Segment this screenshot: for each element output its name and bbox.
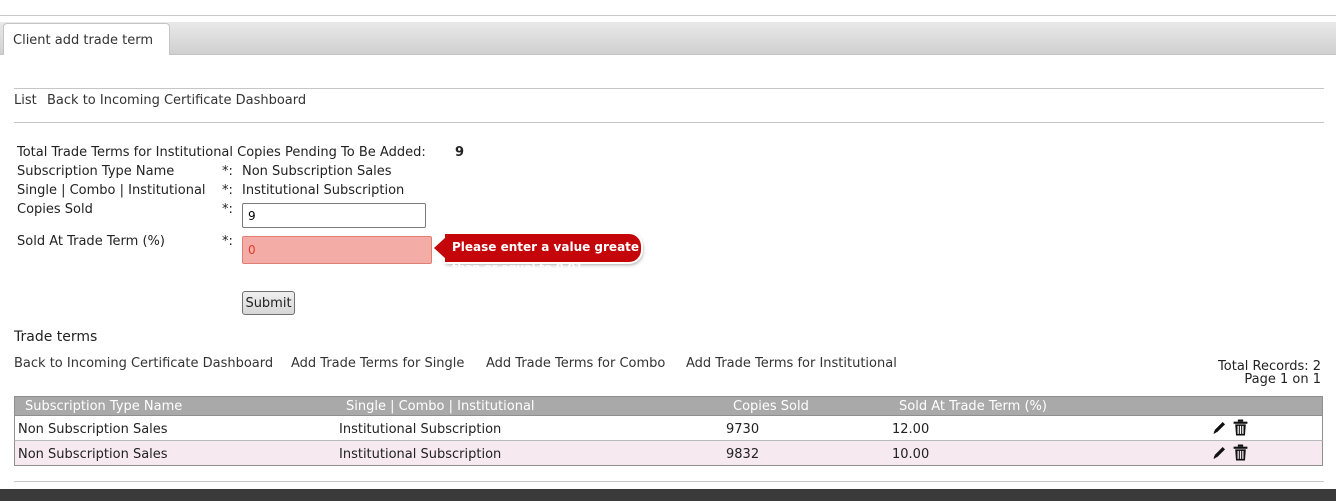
- tab-label: Client add trade term: [13, 33, 154, 48]
- table-header: Subscription Type Name Single | Combo | …: [14, 396, 1323, 416]
- column-header[interactable]: Single | Combo | Institutional: [346, 399, 535, 414]
- cell-subscription-type: Non Subscription Sales: [18, 447, 168, 462]
- top-divider: [0, 15, 1336, 16]
- required-marker: *:: [222, 234, 233, 249]
- subscription-type-label: Subscription Type Name: [17, 164, 175, 179]
- submit-button[interactable]: Submit: [242, 291, 295, 315]
- validation-error-overflow: than or equal to 0.01: [452, 261, 583, 269]
- table-row: Non Subscription Sales Institutional Sub…: [14, 416, 1323, 441]
- trade-terms-heading: Trade terms: [14, 329, 98, 345]
- add-single-link[interactable]: Add Trade Terms for Single: [291, 356, 464, 371]
- validation-error-tooltip: Please enter a value greater than or equ…: [434, 234, 641, 269]
- tab-bar: Client add trade term: [0, 22, 1336, 55]
- single-combo-label: Single | Combo | Institutional: [17, 183, 206, 198]
- cell-category: Institutional Subscription: [339, 422, 502, 437]
- tooltip-arrow: [434, 237, 446, 259]
- required-marker: *:: [222, 183, 233, 198]
- pencil-icon[interactable]: [1211, 444, 1228, 461]
- validation-error-message: Please enter a value greater: [452, 240, 640, 254]
- back-to-dashboard-link[interactable]: Back to Incoming Certificate Dashboard: [14, 356, 273, 371]
- divider: [14, 88, 1324, 89]
- column-header[interactable]: Copies Sold: [733, 399, 809, 414]
- cell-trade-term: 12.00: [892, 422, 930, 437]
- back-to-dashboard-link[interactable]: Back to Incoming Certificate Dashboard: [47, 93, 306, 108]
- required-marker: *:: [222, 202, 233, 217]
- copies-sold-input[interactable]: [242, 203, 426, 228]
- divider: [14, 122, 1324, 123]
- column-header[interactable]: Sold At Trade Term (%): [899, 399, 1047, 414]
- add-institutional-link[interactable]: Add Trade Terms for Institutional: [686, 356, 897, 371]
- pending-label: Total Trade Terms for Institutional Copi…: [17, 145, 426, 160]
- trash-icon[interactable]: [1233, 444, 1248, 461]
- cell-copies-sold: 9730: [726, 422, 760, 437]
- cell-subscription-type: Non Subscription Sales: [18, 422, 168, 437]
- copies-sold-label: Copies Sold: [17, 202, 93, 217]
- list-link[interactable]: List: [14, 93, 37, 108]
- divider: [14, 481, 1324, 482]
- single-combo-value: Institutional Subscription: [242, 183, 405, 198]
- column-header[interactable]: Subscription Type Name: [25, 399, 182, 414]
- pending-count: 9: [455, 145, 465, 160]
- table-row: Non Subscription Sales Institutional Sub…: [14, 441, 1323, 466]
- pencil-icon[interactable]: [1211, 419, 1228, 436]
- page-footer: [0, 489, 1336, 501]
- required-marker: *:: [222, 164, 233, 179]
- cell-trade-term: 10.00: [892, 447, 930, 462]
- trash-icon[interactable]: [1233, 419, 1248, 436]
- subscription-type-value: Non Subscription Sales: [242, 164, 392, 179]
- page-info: Page 1 on 1: [1244, 372, 1321, 387]
- cell-copies-sold: 9832: [726, 447, 760, 462]
- add-combo-link[interactable]: Add Trade Terms for Combo: [486, 356, 665, 371]
- cell-category: Institutional Subscription: [339, 447, 502, 462]
- sold-at-trade-term-label: Sold At Trade Term (%): [17, 234, 165, 249]
- sold-at-trade-term-input[interactable]: [242, 236, 432, 264]
- tab-client-add-trade-term[interactable]: Client add trade term: [3, 23, 170, 55]
